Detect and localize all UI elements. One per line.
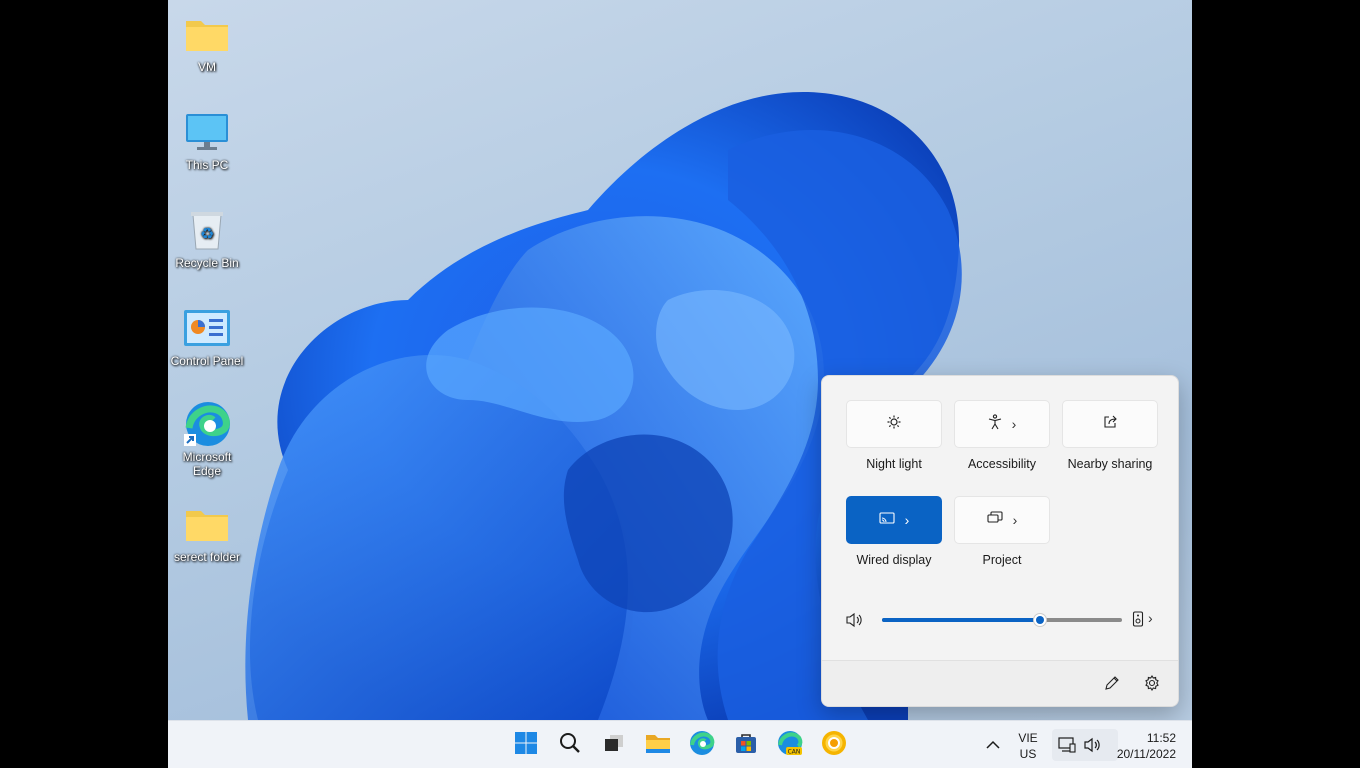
accessibility-toggle[interactable]: ›	[954, 400, 1050, 448]
folder-icon	[183, 10, 231, 58]
language-indicator[interactable]: VIE US	[1014, 730, 1042, 762]
cast-icon	[879, 511, 895, 529]
desktop-icon-label: Control Panel	[170, 354, 244, 368]
edge-canary-button[interactable]: CAN	[770, 727, 810, 763]
project-icon	[987, 511, 1003, 529]
brightness-icon	[887, 415, 901, 434]
desktop-icon-recycle-bin[interactable]: ♻ Recycle Bin	[168, 206, 247, 270]
file-explorer-icon	[645, 732, 671, 759]
file-explorer-button[interactable]	[638, 727, 678, 763]
chevron-right-icon: ›	[1012, 512, 1018, 528]
audio-output-icon[interactable]	[1132, 611, 1144, 632]
edge-icon	[183, 400, 231, 448]
share-icon	[1103, 415, 1118, 434]
desktop-icon-serect-folder[interactable]: serect folder	[168, 500, 247, 564]
desktop-icon-vm[interactable]: VM	[168, 10, 247, 74]
language-line2: US	[1019, 747, 1037, 761]
desktop-icon-control-panel[interactable]: Control Panel	[168, 304, 247, 368]
speaker-icon[interactable]	[846, 612, 864, 633]
task-view-button[interactable]	[594, 727, 634, 763]
folder-icon	[183, 500, 231, 548]
volume-slider-thumb[interactable]	[1033, 613, 1048, 627]
volume-icon	[1084, 737, 1102, 758]
nearby-sharing-toggle[interactable]	[1062, 400, 1158, 448]
chrome-canary-icon	[821, 730, 847, 761]
accessibility-icon	[988, 413, 1002, 435]
desktop-icon-this-pc[interactable]: This PC	[168, 108, 247, 172]
start-icon	[514, 731, 538, 760]
edge-canary-icon: CAN	[777, 730, 803, 761]
quick-settings-footer	[822, 660, 1178, 706]
desktop-icon-label: This PC	[185, 158, 229, 172]
desktop-icon-edge[interactable]: Microsoft Edge	[168, 400, 247, 478]
clock-time: 11:52	[1146, 731, 1176, 745]
volume-slider-fill	[882, 618, 1041, 622]
gear-icon[interactable]	[1144, 674, 1160, 696]
task-view-icon	[603, 733, 625, 758]
wired-display-label: Wired display	[856, 553, 932, 567]
monitor-icon	[183, 108, 231, 156]
edge-icon	[689, 730, 715, 761]
chevron-right-icon[interactable]: ›	[1148, 611, 1153, 625]
start-button[interactable]	[506, 727, 546, 763]
desktop-icon-label: serect folder	[173, 550, 241, 564]
edge-button[interactable]	[682, 727, 722, 763]
desktop-icon-label: Microsoft Edge	[182, 450, 232, 478]
svg-text:♻: ♻	[200, 224, 214, 243]
clock[interactable]: 11:52 20/11/2022	[1112, 730, 1176, 762]
night-light-toggle[interactable]	[846, 400, 942, 448]
project-label: Project	[982, 553, 1022, 567]
network-volume-tray[interactable]	[1052, 729, 1118, 761]
desktop-screen: VM This PC ♻ Recycle Bin Control Panel M…	[168, 0, 1192, 768]
pencil-icon[interactable]	[1104, 675, 1120, 696]
control-panel-icon	[183, 304, 231, 352]
wired-display-toggle[interactable]: ›	[846, 496, 942, 544]
desktop-icon-label: VM	[198, 60, 216, 74]
store-button[interactable]	[726, 727, 766, 763]
chevron-right-icon: ›	[1011, 416, 1017, 432]
quick-settings-panel: Night light › Accessibility Nearby shari…	[821, 375, 1179, 707]
network-icon	[1058, 737, 1076, 758]
search-button[interactable]	[550, 727, 590, 763]
volume-slider[interactable]	[882, 613, 1122, 627]
project-toggle[interactable]: ›	[954, 496, 1050, 544]
store-icon	[734, 731, 758, 760]
volume-row: ›	[846, 608, 1156, 632]
clock-date: 20/11/2022	[1116, 747, 1176, 761]
desktop-icon-label: Recycle Bin	[175, 256, 239, 270]
taskbar: CAN VIE US 11:52 20/11/2022	[168, 720, 1192, 768]
search-icon	[559, 732, 581, 759]
language-line1: VIE	[1018, 731, 1038, 745]
nearby-sharing-label: Nearby sharing	[1067, 457, 1153, 471]
svg-text:CAN: CAN	[788, 748, 801, 755]
chevron-up-icon[interactable]	[986, 737, 1000, 755]
chevron-right-icon: ›	[904, 512, 910, 528]
accessibility-label: Accessibility	[967, 457, 1037, 471]
chrome-canary-button[interactable]	[814, 727, 854, 763]
recycle-bin-icon: ♻	[183, 206, 231, 254]
night-light-label: Night light	[866, 457, 922, 471]
